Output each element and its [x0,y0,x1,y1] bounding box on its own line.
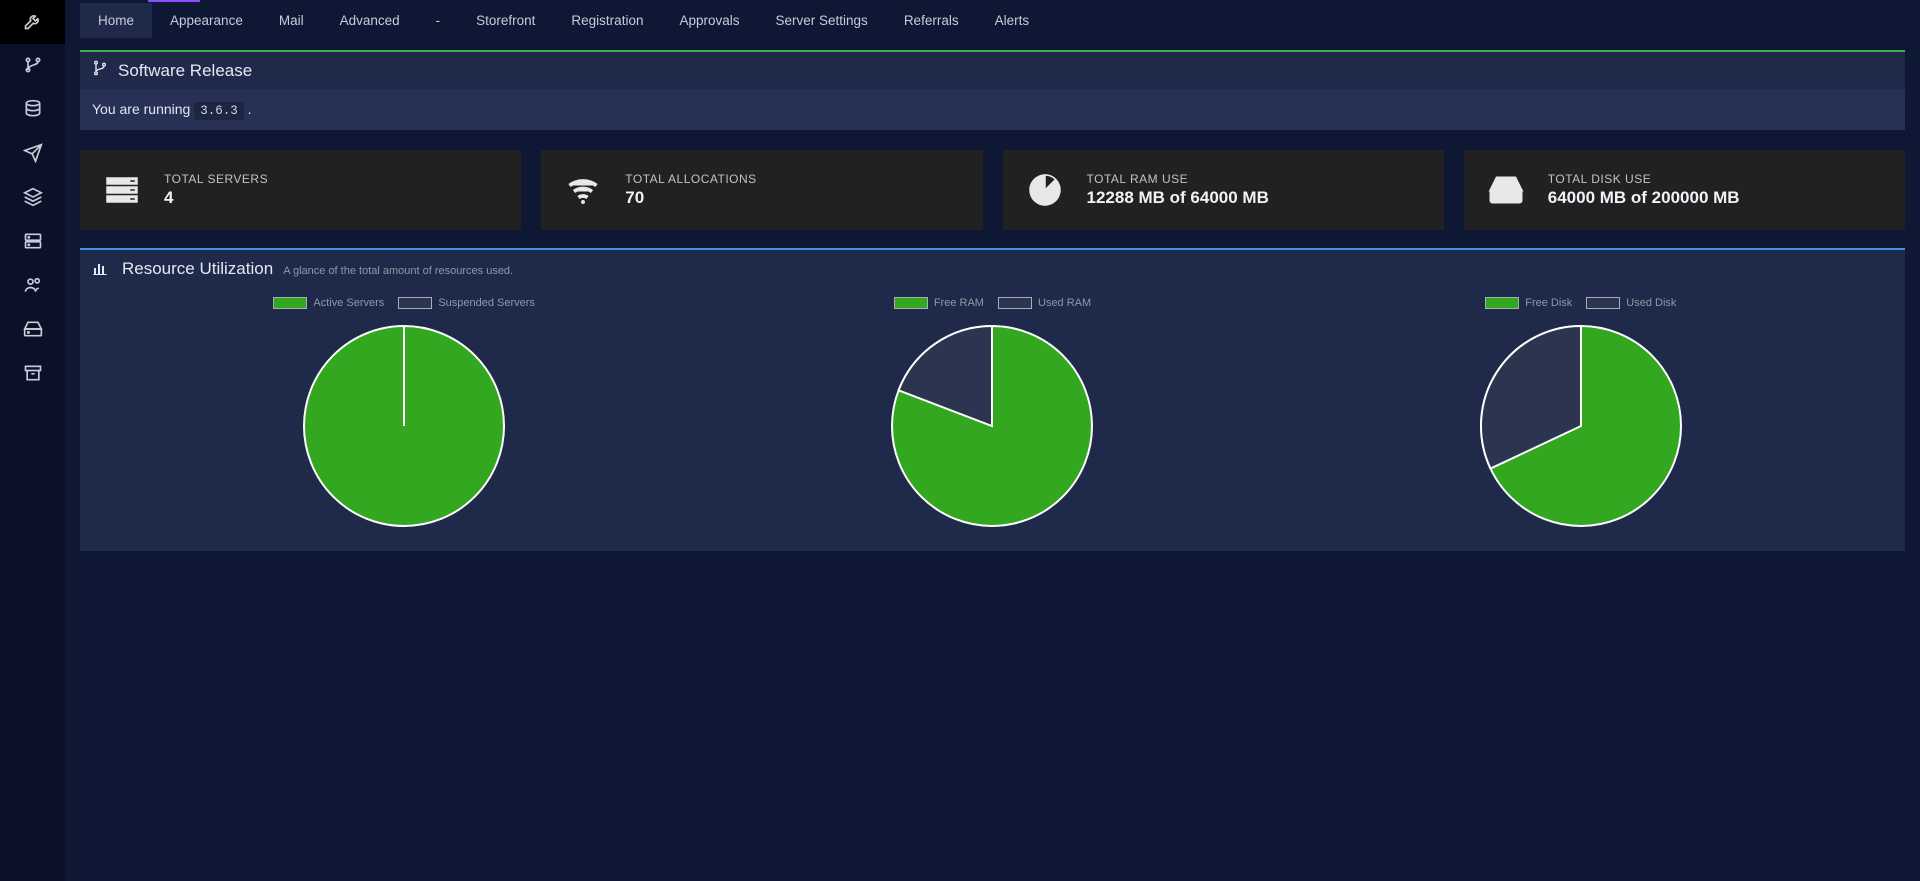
legend-swatch [1485,297,1519,309]
panel-header: Software Release [80,52,1905,89]
legend-label: Suspended Servers [438,297,535,309]
stat-value: 4 [164,188,268,208]
legend-swatch [398,297,432,309]
tab-storefront[interactable]: Storefront [458,3,553,38]
legend-label: Free Disk [1525,297,1572,309]
legend-item[interactable]: Free RAM [894,297,984,309]
database-icon [23,99,43,122]
legend-label: Used Disk [1626,297,1676,309]
pie-chart [887,321,1097,531]
stats-row: TOTAL SERVERS 4 TOTAL ALLOCATIONS 70 TOTAL R… [80,150,1905,230]
chart-ram: Free RAM Used RAM [698,297,1286,531]
stat-label: TOTAL SERVERS [164,172,268,186]
sidebar-item-users[interactable] [0,264,65,308]
tab-advanced[interactable]: Advanced [322,3,418,38]
software-release-panel: Software Release You are running 3.6.3 . [80,50,1905,130]
tab--[interactable]: - [418,3,459,38]
tab-mail[interactable]: Mail [261,3,322,38]
layers-icon [23,187,43,210]
stat-label: TOTAL DISK USE [1548,172,1740,186]
tab-registration[interactable]: Registration [553,3,661,38]
sidebar-item-layers[interactable] [0,176,65,220]
stat-value: 64000 MB of 200000 MB [1548,188,1740,208]
tab-alerts[interactable]: Alerts [977,3,1048,38]
legend-item[interactable]: Used Disk [1586,297,1676,309]
panel-title: Software Release [118,61,252,81]
panel-subtitle: A glance of the total amount of resource… [283,265,513,277]
legend-label: Active Servers [313,297,384,309]
version-badge: 3.6.3 [194,102,244,120]
branch-icon [92,60,118,81]
legend-item[interactable]: Free Disk [1485,297,1572,309]
tab-approvals[interactable]: Approvals [661,3,757,38]
hard-drive-icon [23,319,43,342]
running-suffix: . [248,101,252,117]
charts-row: Active Servers Suspended Servers Free RAM U… [80,287,1905,531]
users-icon [23,275,43,298]
stat-label: TOTAL RAM USE [1087,172,1269,186]
panel-body: You are running 3.6.3 . [80,89,1905,130]
server-icon [23,231,43,254]
pie-chart [1476,321,1686,531]
tab-referrals[interactable]: Referrals [886,3,977,38]
panel-header: Resource Utilization A glance of the tot… [80,250,1905,287]
legend-swatch [273,297,307,309]
running-prefix: You are running [92,101,190,117]
tab-server-settings[interactable]: Server Settings [758,3,886,38]
legend-label: Free RAM [934,297,984,309]
chart-servers: Active Servers Suspended Servers [110,297,698,531]
sidebar-item-settings[interactable] [0,0,65,44]
legend-item[interactable]: Suspended Servers [398,297,535,309]
sidebar-item-send[interactable] [0,132,65,176]
stat-card-total-ram-use: TOTAL RAM USE 12288 MB of 64000 MB [1003,150,1444,230]
pie-chart [299,321,509,531]
stat-card-total-disk-use: TOTAL DISK USE 64000 MB of 200000 MB [1464,150,1905,230]
resource-utilization-panel: Resource Utilization A glance of the tot… [80,248,1905,551]
sidebar-item-storage[interactable] [0,308,65,352]
legend-item[interactable]: Used RAM [998,297,1091,309]
legend-swatch [894,297,928,309]
sidebar-item-branches[interactable] [0,44,65,88]
legend-label: Used RAM [1038,297,1091,309]
legend-swatch [1586,297,1620,309]
chart-disk: Free Disk Used Disk [1287,297,1875,531]
stat-card-total-allocations: TOTAL ALLOCATIONS 70 [541,150,982,230]
server-rack-icon [98,166,146,214]
disk-icon [1482,166,1530,214]
archive-icon [23,363,43,386]
chart-legend: Active Servers Suspended Servers [273,297,535,309]
stat-value: 70 [625,188,756,208]
tab-home[interactable]: Home [80,3,152,38]
stat-label: TOTAL ALLOCATIONS [625,172,756,186]
pie-icon [1021,166,1069,214]
send-icon [23,143,43,166]
tab-bar: HomeAppearanceMailAdvanced-StorefrontReg… [65,0,1920,40]
active-tab-accent [148,0,200,2]
sidebar-item-archive[interactable] [0,352,65,396]
git-branch-icon [23,55,43,78]
tab-appearance[interactable]: Appearance [152,3,261,38]
bar-chart-icon [92,258,112,277]
sidebar [0,0,65,881]
sidebar-item-servers[interactable] [0,220,65,264]
sidebar-item-database[interactable] [0,88,65,132]
stat-card-total-servers: TOTAL SERVERS 4 [80,150,521,230]
panel-title: Resource Utilization [122,259,273,279]
chart-legend: Free Disk Used Disk [1485,297,1676,309]
legend-swatch [998,297,1032,309]
wrench-icon [23,11,43,34]
stat-value: 12288 MB of 64000 MB [1087,188,1269,208]
main: HomeAppearanceMailAdvanced-StorefrontReg… [65,0,1920,881]
wifi-icon [559,166,607,214]
legend-item[interactable]: Active Servers [273,297,384,309]
chart-legend: Free RAM Used RAM [894,297,1091,309]
